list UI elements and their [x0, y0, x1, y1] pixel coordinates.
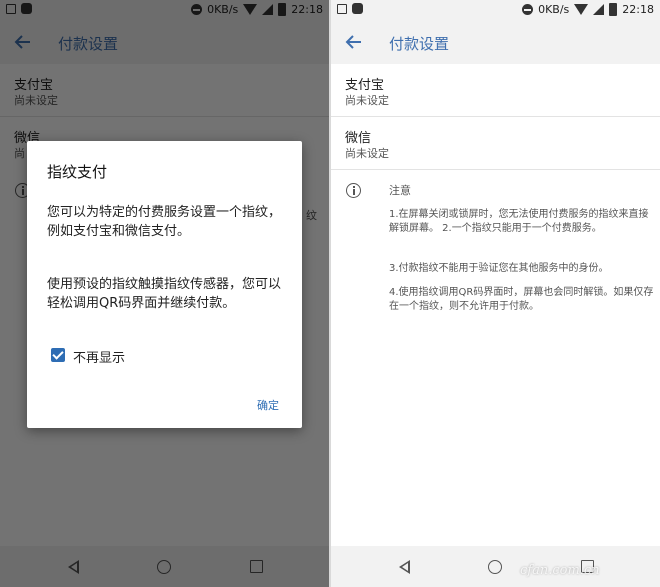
fingerprint-payment-dialog: 指纹支付 您可以为特定的付费服务设置一个指纹，例如支付宝和微信支付。 使用预设的…	[27, 141, 302, 428]
navigation-bar	[331, 546, 660, 587]
clock: 22:18	[622, 3, 654, 16]
status-bar: 0KB/s 22:18	[331, 0, 660, 20]
image-notification-icon	[337, 3, 347, 14]
watermark: cfan.com.cn	[520, 563, 600, 578]
note-paragraph: 1.在屏幕关闭或锁屏时，您无法使用付费服务的指纹来直接解锁屏幕。 2.一个指纹只…	[389, 209, 649, 234]
note-paragraph: 4.使用指纹调用QR码界面时，屏幕也会同时解锁。如果仅存在一个指纹，则不允许用于…	[389, 287, 654, 312]
checkbox-label[interactable]: 不再显示	[73, 347, 125, 366]
wifi-icon	[574, 4, 589, 15]
settings-item-subtitle: 尚未设定	[345, 94, 389, 107]
nav-home-icon[interactable]	[488, 560, 502, 574]
note-paragraph: 3.付款指纹不能用于验证您在其他服务中的身份。	[389, 263, 609, 274]
divider	[331, 169, 660, 170]
dialog-message: 您可以为特定的付费服务设置一个指纹，例如支付宝和微信支付。	[47, 205, 282, 239]
do-not-disturb-icon	[522, 4, 534, 15]
confirm-button[interactable]: 确定	[257, 397, 279, 413]
download-notification-icon	[352, 3, 363, 14]
settings-item-title: 微信	[345, 131, 372, 146]
info-icon	[346, 183, 361, 198]
nav-back-icon[interactable]	[399, 560, 410, 574]
signal-icon	[593, 4, 605, 15]
note-heading: 注意	[389, 184, 411, 197]
page-title: 付款设置	[389, 35, 450, 53]
dialog-message: 使用预设的指纹触摸指纹传感器，您可以轻松调用QR码界面并继续付款。	[47, 277, 282, 311]
phone-screen-left: 0KB/s 22:18 付款设置 支付宝 尚未设定 微信 尚 纹 指纹支付 您可…	[0, 0, 329, 587]
dialog-title: 指纹支付	[47, 163, 108, 181]
back-arrow-icon[interactable]	[343, 31, 365, 53]
divider	[331, 116, 660, 117]
phone-screen-right: 0KB/s 22:18 付款设置 支付宝 尚未设定 微信 尚未设定 注意 1.在…	[331, 0, 660, 587]
dont-show-again-checkbox[interactable]	[51, 348, 65, 362]
battery-icon	[609, 3, 618, 16]
settings-item-title: 支付宝	[345, 78, 385, 93]
app-bar: 付款设置	[331, 20, 660, 64]
network-speed: 0KB/s	[538, 3, 570, 16]
settings-item-subtitle: 尚未设定	[345, 147, 389, 160]
